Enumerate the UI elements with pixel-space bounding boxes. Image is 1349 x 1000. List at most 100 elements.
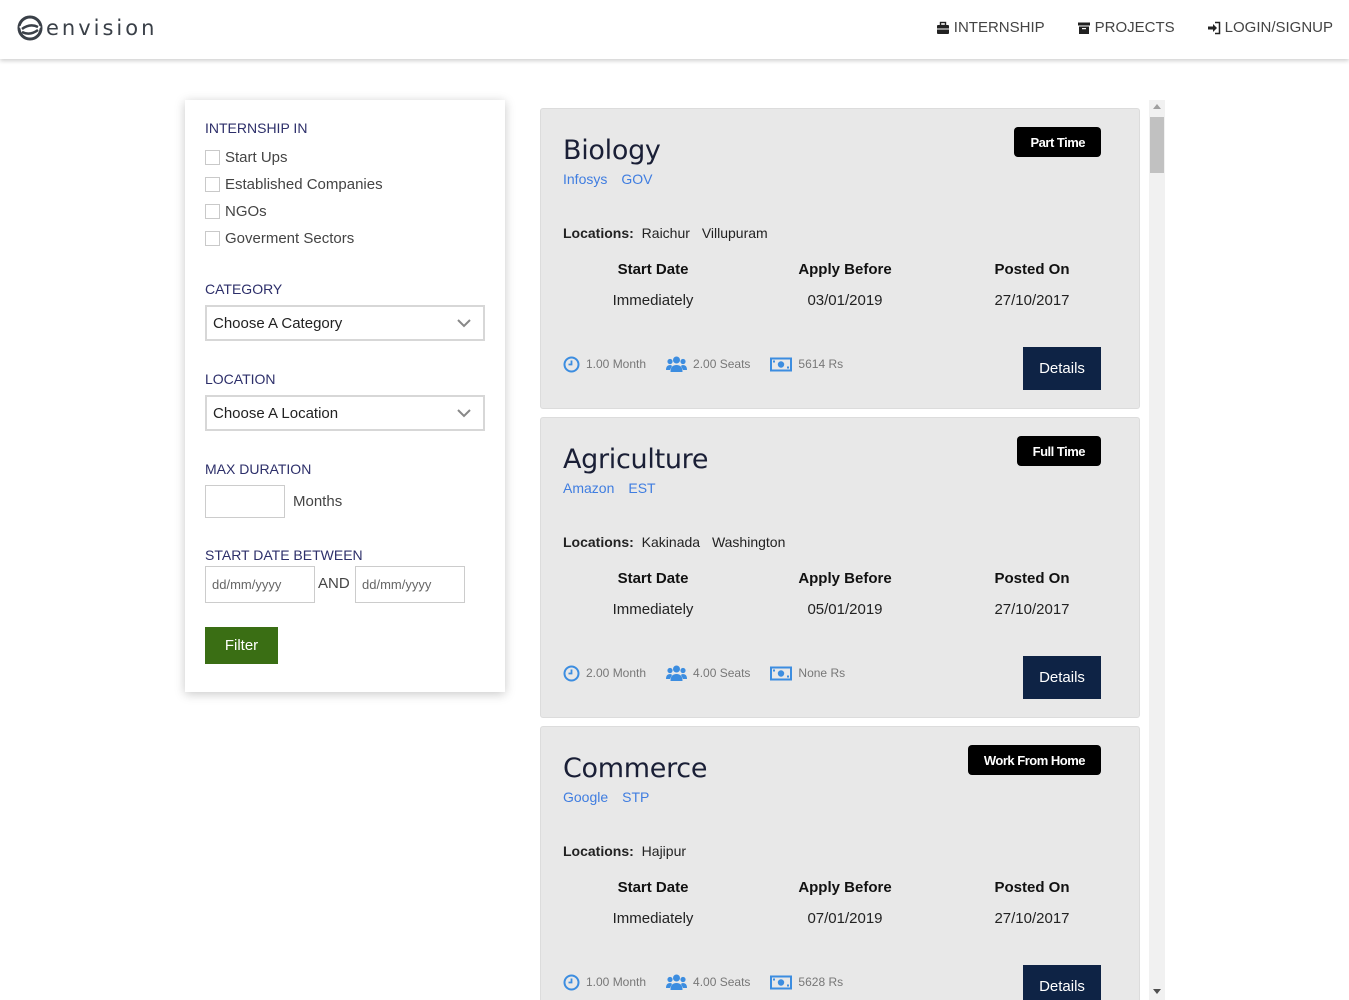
checkbox[interactable] <box>205 150 220 165</box>
start-date-value: Immediately <box>612 910 694 927</box>
posted-on-value: 27/10/2017 <box>994 910 1070 927</box>
max-duration-title: MAX DURATION <box>205 461 312 477</box>
apply-before-value: 07/01/2019 <box>807 910 883 927</box>
nav-login-label: LOGIN/SIGNUP <box>1224 19 1333 36</box>
start-date-to-input[interactable]: dd/mm/yyyy <box>355 566 465 603</box>
main-nav: INTERNSHIP PROJECTS LOGIN/SIGNUP <box>936 19 1333 36</box>
nav-projects-label: PROJECTS <box>1094 19 1175 36</box>
company-link[interactable]: Amazon <box>563 480 614 496</box>
checkbox-ngos[interactable]: NGOs <box>205 203 267 220</box>
location-selected-value: Choose A Location <box>213 404 339 422</box>
checkbox-label: Goverment Sectors <box>225 230 355 247</box>
sign-in-icon <box>1207 21 1220 34</box>
posted-on-heading: Posted On <box>994 570 1070 587</box>
money-icon <box>770 357 793 371</box>
checkbox[interactable] <box>205 231 220 246</box>
stipend-value: 5614 Rs <box>798 357 844 371</box>
details-button[interactable]: Details <box>1023 965 1101 1000</box>
locations-label: Locations: <box>563 534 634 550</box>
duration-value: 2.00 Month <box>586 666 647 680</box>
checkbox[interactable] <box>205 204 220 219</box>
apply-before-heading: Apply Before <box>798 879 892 896</box>
locations-line: Locations: Kakinada Washington <box>563 534 793 550</box>
category-selected-value: Choose A Category <box>213 314 343 332</box>
company-link[interactable]: Infosys <box>563 171 607 187</box>
seats-value: 4.00 Seats <box>693 975 751 989</box>
card-title: Commerce <box>563 753 708 784</box>
archive-icon <box>1077 22 1090 34</box>
location-select[interactable]: Choose A Location <box>205 395 485 431</box>
checkbox-start-ups[interactable]: Start Ups <box>205 149 288 166</box>
locations-label: Locations: <box>563 225 634 241</box>
scroll-thumb[interactable] <box>1150 117 1164 173</box>
details-button[interactable]: Details <box>1023 347 1101 390</box>
start-date-heading: Start Date <box>617 879 689 896</box>
users-icon <box>666 356 688 372</box>
card-tags: Infosys GOV <box>563 171 652 187</box>
type-badge: Part Time <box>1014 127 1101 157</box>
brand-name: envision <box>46 16 158 40</box>
category-select[interactable]: Choose A Category <box>205 305 485 341</box>
internship-in-title: INTERNSHIP IN <box>205 120 308 136</box>
and-label: AND <box>318 575 350 592</box>
nav-login-signup[interactable]: LOGIN/SIGNUP <box>1207 19 1333 36</box>
internship-card: Commerce Google STP Work From Home Locat… <box>540 726 1140 1000</box>
checkbox[interactable] <box>205 177 220 192</box>
card-title: Biology <box>563 135 661 166</box>
nav-internship[interactable]: INTERNSHIP <box>936 19 1045 36</box>
checkbox-label: Start Ups <box>225 149 288 166</box>
start-date-value: Immediately <box>612 601 694 618</box>
type-badge: Work From Home <box>967 745 1101 775</box>
stipend-value: 5628 Rs <box>798 975 844 989</box>
location-item: Washington <box>711 534 786 550</box>
chevron-down-icon <box>457 409 471 418</box>
checkbox-label: Established Companies <box>225 176 383 193</box>
months-label: Months <box>293 493 343 510</box>
start-date-heading: Start Date <box>617 261 689 278</box>
seats-value: 4.00 Seats <box>693 666 751 680</box>
nav-projects[interactable]: PROJECTS <box>1077 19 1175 36</box>
seats-value: 2.00 Seats <box>693 357 751 371</box>
sector-link[interactable]: EST <box>628 480 655 496</box>
users-icon <box>666 974 688 990</box>
locations-line: Locations: Raichur Villupuram <box>563 225 776 241</box>
sector-link[interactable]: STP <box>622 789 649 805</box>
checkbox-government-sectors[interactable]: Goverment Sectors <box>205 230 354 247</box>
card-meta: 2.00 Month 4.00 Seats None Rs <box>563 664 865 682</box>
clock-icon <box>563 974 580 990</box>
internship-card: Biology Infosys GOV Part Time Locations:… <box>540 108 1140 409</box>
locations-line: Locations: Hajipur <box>563 843 694 859</box>
clock-icon <box>563 356 580 372</box>
posted-on-value: 27/10/2017 <box>994 292 1070 309</box>
list-scrollbar[interactable] <box>1149 100 1165 1000</box>
internship-list[interactable]: Biology Infosys GOV Part Time Locations:… <box>537 100 1166 1000</box>
card-tags: Amazon EST <box>563 480 656 496</box>
card-title: Agriculture <box>563 444 709 475</box>
location-item: Raichur <box>641 225 690 241</box>
nav-internship-label: INTERNSHIP <box>953 19 1045 36</box>
details-button[interactable]: Details <box>1023 656 1101 699</box>
card-meta: 1.00 Month 2.00 Seats 5614 Rs <box>563 355 863 373</box>
money-icon <box>770 975 793 989</box>
max-duration-input[interactable] <box>205 485 285 518</box>
brand-logo[interactable]: envision <box>16 14 157 42</box>
duration-value: 1.00 Month <box>586 357 647 371</box>
sector-link[interactable]: GOV <box>621 171 652 187</box>
filter-button[interactable]: Filter <box>205 627 278 664</box>
users-icon <box>666 665 688 681</box>
apply-before-value: 03/01/2019 <box>807 292 883 309</box>
location-item: Hajipur <box>641 843 687 859</box>
category-title: CATEGORY <box>205 281 283 297</box>
money-icon <box>770 666 793 680</box>
filter-sidebar: INTERNSHIP IN Start Ups Established Comp… <box>185 100 505 692</box>
duration-value: 1.00 Month <box>586 975 647 989</box>
checkbox-established-companies[interactable]: Established Companies <box>205 176 383 193</box>
locations-label: Locations: <box>563 843 634 859</box>
apply-before-value: 05/01/2019 <box>807 601 883 618</box>
scroll-down-arrow-icon[interactable] <box>1153 989 1161 994</box>
start-date-from-input[interactable]: dd/mm/yyyy <box>205 566 315 603</box>
type-badge: Full Time <box>1016 436 1101 466</box>
scroll-up-arrow-icon[interactable] <box>1153 104 1161 109</box>
company-link[interactable]: Google <box>563 789 608 805</box>
start-date-heading: Start Date <box>617 570 689 587</box>
